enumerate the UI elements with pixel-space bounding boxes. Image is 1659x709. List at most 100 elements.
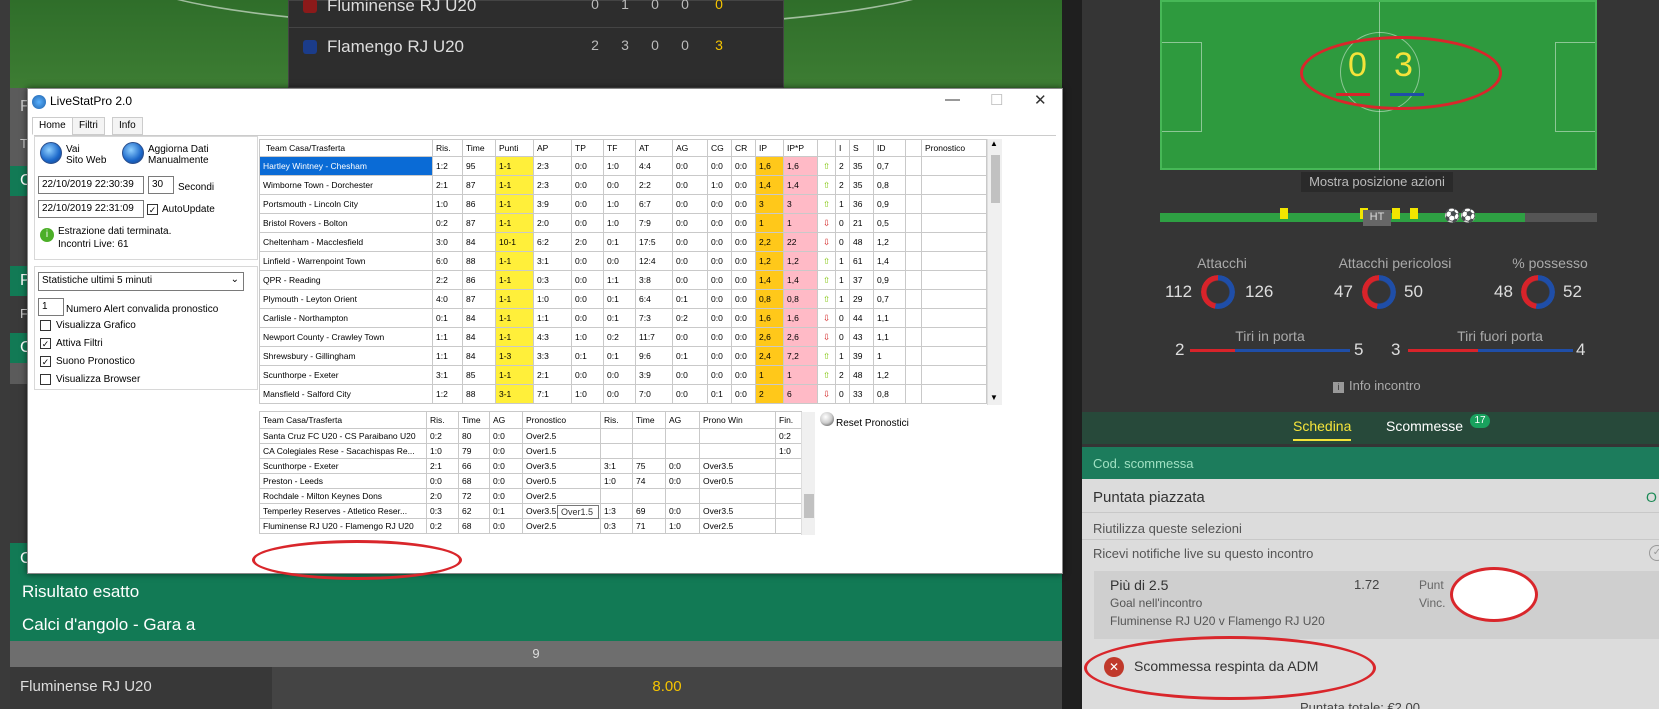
table-cell: 0:0 (731, 194, 756, 214)
table-row[interactable]: Scunthorpe - Exeter 3:1 85 1-1 2:1 0:0 0:0 3:9 0… (259, 365, 987, 385)
alert-count-field[interactable]: 1 (38, 298, 64, 316)
prognosis-table: Team Casa/Trasferta Ris. Time AG Pronostico R… (259, 411, 802, 534)
table-row[interactable]: Hartley Wintney - Chesham 1:2 95 1-1 2:3 0:0 1… (259, 156, 987, 176)
table-row[interactable]: Newport County - Crawley Town 1:1 84 1-1 4:3… (259, 327, 987, 347)
away-total: 3 (715, 37, 723, 53)
visit-site-label-1[interactable]: Vai (66, 144, 80, 155)
column-header[interactable]: TF (603, 139, 636, 157)
column-header[interactable]: Time (462, 139, 496, 157)
table-cell: 95 (462, 156, 496, 176)
prognosis-scrollbar[interactable] (801, 412, 815, 535)
tab-scommesse[interactable]: Scommesse (1386, 418, 1463, 434)
column-header[interactable]: Ris. (600, 411, 633, 429)
table-row[interactable]: Preston - Leeds 0:0 68 0:0 Over0.5 1:0 74 0:0 Ov… (259, 473, 802, 489)
column-header[interactable]: Prono Win (699, 411, 776, 429)
sound-checkbox[interactable]: ✓ (40, 356, 51, 367)
visit-site-label-2[interactable]: Sito Web (66, 155, 106, 166)
table-cell: 0:0 (603, 175, 636, 195)
column-header[interactable]: Punti (495, 139, 534, 157)
column-header[interactable]: Time (458, 411, 490, 429)
show-positions-button[interactable]: Mostra posizione azioni (1301, 172, 1453, 192)
away-q1: 2 (591, 37, 599, 53)
column-header[interactable]: ID (873, 139, 906, 157)
table-row[interactable]: QPR - Reading 2:2 86 1-1 0:3 0:0 1:1 3:8 0:0 0:0 0… (259, 270, 987, 290)
refresh-globe-icon[interactable] (122, 142, 144, 164)
column-header[interactable]: IP*P (783, 139, 818, 157)
reset-ball-icon[interactable] (820, 412, 834, 426)
scroll-up-icon[interactable]: ▲ (990, 139, 998, 148)
table-row[interactable]: Rochdale - Milton Keynes Dons 2:0 72 0:0 Ove… (259, 488, 802, 504)
table-cell (905, 327, 922, 347)
update-manual-label-2[interactable]: Manualmente (148, 155, 209, 166)
tab-filtri[interactable]: Filtri (72, 117, 105, 135)
column-header[interactable]: TP (571, 139, 604, 157)
table-row[interactable]: Scunthorpe - Exeter 2:1 66 0:0 Over3.5 3:1 75 0… (259, 458, 802, 474)
column-header[interactable]: Time (632, 411, 666, 429)
scroll-thumb[interactable] (804, 494, 814, 518)
table-cell: 0:0 (731, 346, 756, 366)
reuse-selections-link[interactable]: Riutilizza queste selezioni (1093, 521, 1242, 536)
column-header[interactable]: IP (755, 139, 784, 157)
column-header[interactable]: S (849, 139, 874, 157)
table-row[interactable]: Carlisle - Northampton 0:1 84 1-1 1:1 0:0 0:1 7… (259, 308, 987, 328)
table-row[interactable]: Temperley Reserves - Atletico Reser... 0:… (259, 503, 802, 519)
tab-home[interactable]: Home (32, 117, 73, 135)
table-row[interactable]: CA Colegiales Rese - Sacachispas Re... 1:… (259, 443, 802, 459)
scroll-down-icon[interactable]: ▼ (990, 393, 998, 402)
table-row[interactable]: Portsmouth - Lincoln City 1:0 86 1-1 3:9 0:0 1… (259, 194, 987, 214)
column-header[interactable]: CG (707, 139, 732, 157)
column-header[interactable]: Fin. (775, 411, 802, 429)
show-graph-checkbox[interactable] (40, 320, 51, 331)
column-header[interactable]: I (835, 139, 850, 157)
column-header[interactable]: Team Casa/Trasferta (259, 139, 433, 157)
last-update-field[interactable]: 22/10/2019 22:30:39 (38, 176, 144, 194)
show-browser-checkbox[interactable] (40, 374, 51, 385)
market-exact-score[interactable]: Risultato esatto (10, 575, 1062, 608)
column-header[interactable] (817, 139, 836, 157)
column-header[interactable]: CR (731, 139, 756, 157)
enable-filters-checkbox[interactable]: ✓ (40, 338, 51, 349)
column-header[interactable]: AG (489, 411, 523, 429)
table-cell (921, 251, 987, 271)
column-header[interactable]: Pronostico (921, 139, 987, 157)
column-header[interactable] (905, 139, 922, 157)
stats-period-select[interactable]: Statistiche ultimi 5 minuti ⌄ (38, 272, 244, 291)
main-table-scrollbar[interactable] (987, 139, 1002, 405)
close-button[interactable]: ✕ (1034, 91, 1047, 109)
tab-schedina[interactable]: Schedina (1293, 418, 1352, 441)
minimize-button[interactable]: — (945, 91, 960, 108)
table-row[interactable]: Plymouth - Leyton Orient 4:0 87 1-1 1:0 0:0 0:… (259, 289, 987, 309)
table-row[interactable]: Cheltenham - Macclesfield 3:0 84 10-1 6:2 2:0… (259, 232, 987, 252)
seconds-field[interactable]: 30 (148, 176, 174, 194)
table-cell: 1,4 (783, 175, 818, 195)
reset-prognosis-button[interactable]: Reset Pronostici (836, 418, 909, 429)
column-header[interactable]: AP (533, 139, 572, 157)
autoupdate-checkbox[interactable]: ✓ (147, 204, 158, 215)
table-row[interactable]: Linfield - Warrenpoint Town 6:0 88 1-1 3:1 0:… (259, 251, 987, 271)
column-header[interactable]: Ris. (432, 139, 463, 157)
column-header[interactable]: AT (635, 139, 673, 157)
table-row[interactable]: Fluminense RJ U20 - Flamengo RJ U20 0:2 68… (259, 518, 802, 534)
next-update-field[interactable]: 22/10/2019 22:31:09 (38, 200, 144, 218)
column-header[interactable]: Ris. (426, 411, 459, 429)
table-row[interactable]: Mansfield - Salford City 1:2 88 3-1 7:1 1:0 0:… (259, 384, 987, 404)
table-row[interactable]: Santa Cruz FC U20 - CS Paraibano U20 0:2 8… (259, 428, 802, 444)
scroll-thumb[interactable] (991, 155, 1000, 203)
table-row[interactable]: Bristol Rovers - Bolton 0:2 87 1-1 2:0 0:0 1:0… (259, 213, 987, 233)
notify-check-icon[interactable]: ✓ (1649, 545, 1659, 561)
tab-info[interactable]: Info (112, 117, 143, 135)
column-header[interactable]: Pronostico (522, 411, 601, 429)
update-manual-label-1[interactable]: Aggiorna Dati (148, 144, 209, 155)
table-cell (600, 443, 633, 459)
table-row[interactable]: Wimborne Town - Dorchester 2:1 87 1-1 2:3 0:0… (259, 175, 987, 195)
column-header[interactable]: Team Casa/Trasferta (259, 411, 427, 429)
odd-button[interactable]: 8.00 (272, 667, 1062, 709)
arrow-down-icon: ⇩ (817, 327, 836, 347)
match-info-link[interactable]: i Info incontro (1333, 378, 1421, 393)
table-row[interactable]: Shrewsbury - Gillingham 1:1 84 1-3 3:3 0:1 0:1… (259, 346, 987, 366)
column-header[interactable]: AG (672, 139, 708, 157)
maximize-button[interactable]: ☐ (990, 91, 1003, 109)
market-corners[interactable]: Calci d'angolo - Gara a (10, 608, 1062, 641)
column-header[interactable]: AG (665, 411, 700, 429)
globe-icon[interactable] (40, 142, 62, 164)
